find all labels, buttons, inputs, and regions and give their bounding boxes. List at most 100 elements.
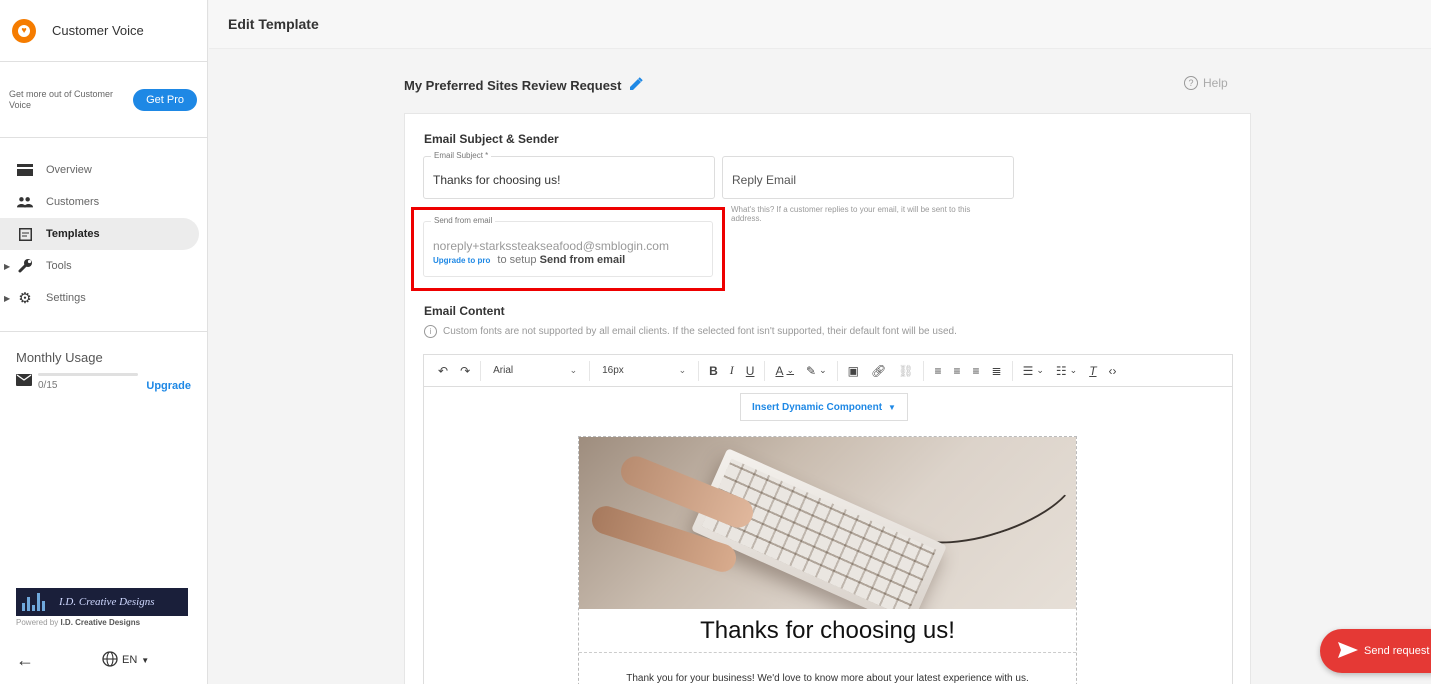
customer-voice-logo-icon: ♥	[12, 18, 36, 43]
app-name: Customer Voice	[52, 23, 144, 38]
email-subject-sender-title: Email Subject & Sender	[424, 132, 559, 146]
send-from-highlight: Send from email noreply+starkssteakseafo…	[411, 207, 725, 291]
upgrade-link[interactable]: Upgrade	[146, 380, 191, 392]
mail-icon	[16, 373, 32, 391]
usage-progress-bar	[38, 373, 139, 376]
send-request-label: Send request	[1364, 645, 1430, 657]
bold-icon[interactable]: B	[703, 355, 724, 386]
help-icon: ?	[1184, 76, 1198, 90]
templates-icon	[17, 226, 33, 242]
chevron-down-icon: ▼	[141, 655, 150, 665]
edit-pencil-icon[interactable]	[629, 77, 644, 94]
expand-caret-icon: ▶	[4, 293, 11, 303]
unlink-icon[interactable]: ⛓︎	[892, 355, 919, 386]
template-name: My Preferred Sites Review Request	[404, 78, 622, 93]
sidebar-item-customers[interactable]: Customers	[0, 186, 199, 218]
italic-icon[interactable]: I	[724, 355, 740, 386]
email-subject-value: Thanks for choosing us!	[433, 173, 561, 187]
undo-icon[interactable]: ↶	[432, 355, 454, 386]
caret-down-icon: ▼	[888, 402, 896, 412]
highlight-color-icon[interactable]: ✎ ⌄	[800, 355, 833, 386]
back-arrow-icon[interactable]: ←	[16, 650, 34, 671]
chevron-down-icon: ⌄	[569, 365, 578, 375]
brand-name: I.D. Creative Designs	[59, 596, 155, 608]
underline-icon[interactable]: U	[740, 355, 761, 386]
font-info-line: i Custom fonts are not supported by all …	[424, 325, 957, 338]
sidebar-header: ♥ Customer Voice	[0, 0, 207, 62]
chevron-down-icon: ⌄	[678, 365, 687, 375]
monthly-usage: Monthly Usage 0/15 Upgrade	[0, 332, 207, 410]
bullet-list-icon[interactable]: ☰ ⌄	[1017, 355, 1050, 386]
usage-count: 0/15	[38, 380, 58, 391]
send-from-legend: Send from email	[431, 216, 496, 225]
email-editor: ↶ ↷ Arial ⌄ 16px ⌄ B I U A ⌄ ✎ ⌄ ▣ 🔗︎ ⛓︎ ≡…	[423, 354, 1233, 684]
email-subject-field[interactable]: Email Subject * Thanks for choosing us!	[423, 151, 715, 199]
brand-logo: I.D. Creative Designs	[16, 588, 188, 616]
help-label: Help	[1203, 76, 1228, 90]
clear-format-icon[interactable]: T	[1083, 355, 1102, 386]
reply-email-helper: What's this? If a customer replies to yo…	[731, 205, 971, 223]
numbered-list-icon[interactable]: ☷ ⌄	[1050, 355, 1083, 386]
align-left-icon[interactable]: ≡	[928, 355, 947, 386]
sidebar-item-label: Settings	[46, 292, 86, 304]
email-preview: Thanks for choosing us! Thank you for yo…	[578, 436, 1077, 684]
language-label: EN	[122, 654, 138, 666]
send-from-email-field: Send from email noreply+starkssteakseafo…	[423, 216, 713, 277]
text-color-icon[interactable]: A ⌄	[769, 355, 800, 386]
help-link[interactable]: ? Help	[1184, 76, 1228, 90]
template-title: My Preferred Sites Review Request	[404, 77, 644, 94]
send-request-button[interactable]: Send request	[1320, 629, 1431, 673]
overview-icon	[17, 162, 33, 178]
get-pro-button[interactable]: Get Pro	[133, 88, 197, 111]
info-icon: i	[424, 325, 437, 338]
image-icon[interactable]: ▣	[842, 355, 865, 386]
sidebar-item-overview[interactable]: Overview	[0, 154, 199, 186]
font-info-text: Custom fonts are not supported by all em…	[443, 326, 957, 337]
usage-title: Monthly Usage	[16, 350, 103, 365]
upgrade-to-pro-link[interactable]: Upgrade to pro	[433, 256, 490, 265]
font-size-select[interactable]: 16px ⌄	[594, 355, 694, 386]
sidebar-item-label: Templates	[46, 228, 100, 240]
preview-body[interactable]: Thank you for your business! We'd love t…	[579, 673, 1076, 684]
globe-icon	[102, 650, 118, 670]
align-justify-icon[interactable]: ≣	[986, 355, 1008, 386]
link-icon[interactable]: 🔗︎	[865, 355, 892, 386]
source-code-icon[interactable]: ‹›	[1103, 355, 1123, 386]
expand-caret-icon: ▶	[4, 261, 11, 271]
language-selector[interactable]: EN ▼	[102, 650, 150, 670]
customers-icon	[17, 194, 33, 210]
powered-by: Powered by I.D. Creative Designs	[16, 618, 141, 627]
sidebar: ♥ Customer Voice Get more out of Custome…	[0, 0, 208, 684]
page-title: Edit Template	[228, 16, 319, 32]
sidebar-item-label: Overview	[46, 164, 92, 176]
insert-dynamic-component-button[interactable]: Insert Dynamic Component ▼	[740, 393, 908, 421]
editor-toolbar: ↶ ↷ Arial ⌄ 16px ⌄ B I U A ⌄ ✎ ⌄ ▣ 🔗︎ ⛓︎ ≡…	[424, 355, 1232, 387]
email-subject-legend: Email Subject *	[431, 151, 492, 160]
brand-bars-icon	[22, 593, 45, 611]
align-right-icon[interactable]: ≡	[966, 355, 985, 386]
sidebar-footer: ← EN ▼	[0, 640, 208, 680]
align-center-icon[interactable]: ≡	[947, 355, 966, 386]
reply-email-field[interactable]: Reply Email	[722, 156, 1014, 199]
sidebar-nav: Overview Customers Templates ▶ Tools ▶ ⚙…	[0, 138, 207, 332]
sidebar-item-templates[interactable]: Templates	[0, 218, 199, 250]
hero-image-keyboard-hands	[579, 437, 1076, 609]
send-from-value: noreply+starkssteakseafood@smblogin.com	[433, 239, 669, 253]
font-family-select[interactable]: Arial ⌄	[485, 355, 585, 386]
gear-icon: ⚙	[18, 290, 32, 307]
email-content-title: Email Content	[424, 304, 505, 318]
top-bar: Edit Template	[209, 0, 1431, 49]
upgrade-line: Upgrade to pro to setup Send from email	[433, 254, 626, 266]
send-icon	[1338, 641, 1358, 661]
sidebar-item-label: Tools	[46, 260, 72, 272]
redo-icon[interactable]: ↷	[454, 355, 476, 386]
sidebar-item-tools[interactable]: ▶ Tools	[0, 250, 199, 282]
sidebar-item-settings[interactable]: ▶ ⚙ Settings	[0, 282, 199, 314]
reply-email-placeholder: Reply Email	[732, 173, 797, 187]
sidebar-item-label: Customers	[46, 196, 100, 208]
promo-banner: Get more out of Customer Voice Get Pro	[0, 62, 207, 138]
template-card: Email Subject & Sender Email Subject * T…	[404, 113, 1251, 684]
wrench-icon	[17, 258, 33, 274]
preview-heading[interactable]: Thanks for choosing us!	[579, 609, 1076, 653]
promo-text: Get more out of Customer Voice	[9, 89, 114, 110]
